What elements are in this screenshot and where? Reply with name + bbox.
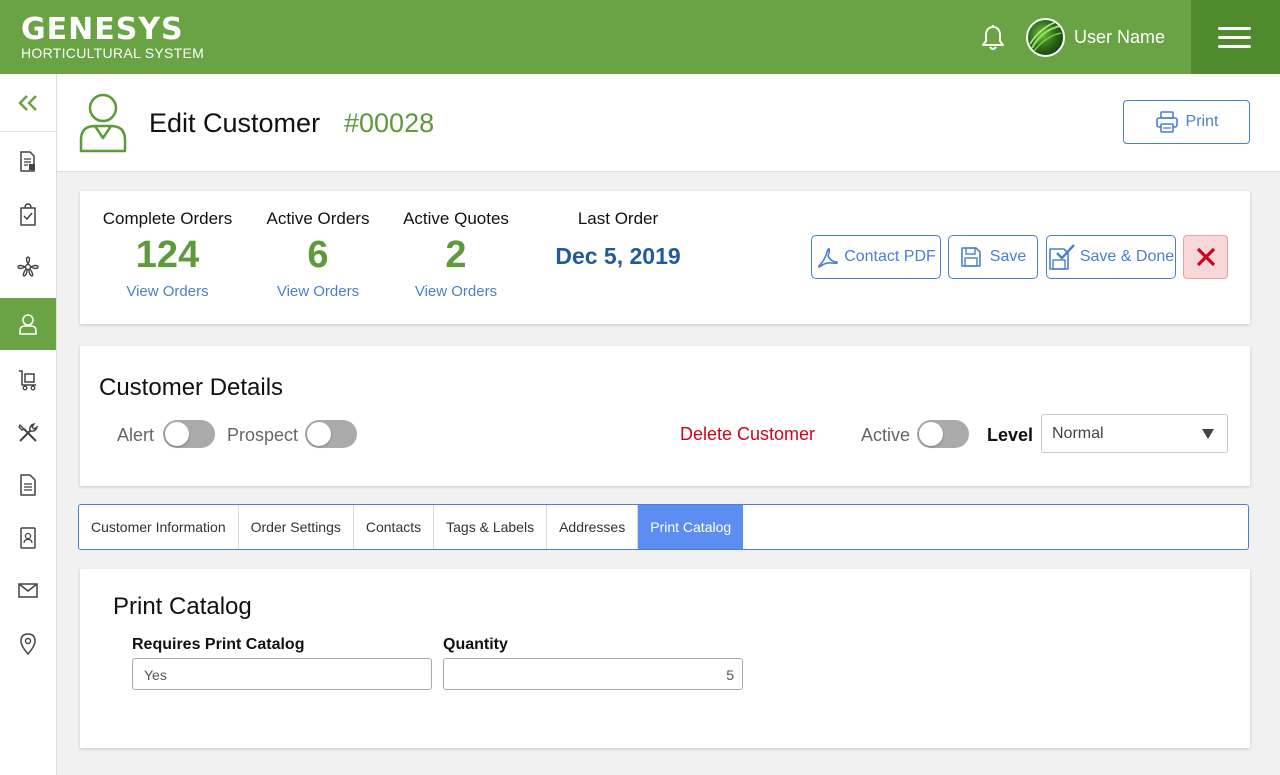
location-pin-icon bbox=[20, 633, 36, 656]
delete-customer-link[interactable]: Delete Customer bbox=[680, 424, 815, 445]
alert-label: Alert bbox=[117, 425, 155, 445]
hamburger-icon-line bbox=[1218, 36, 1251, 39]
sidebar-item-plants[interactable] bbox=[0, 242, 56, 294]
level-select[interactable]: Normal bbox=[1041, 414, 1228, 453]
sidebar-item-customers[interactable] bbox=[0, 298, 56, 350]
last-order-date: Dec 5, 2019 bbox=[555, 243, 681, 269]
mail-icon bbox=[18, 583, 38, 598]
contact-book-icon bbox=[20, 527, 36, 549]
level-value: Normal bbox=[1052, 425, 1104, 442]
customer-icon bbox=[19, 314, 37, 335]
save-label: Save bbox=[989, 248, 1027, 265]
document-list-icon bbox=[20, 151, 35, 172]
hamburger-icon-line bbox=[1218, 45, 1251, 48]
page-header: Edit Customer #00028 Print bbox=[57, 74, 1280, 172]
order-stats-card: Complete Orders 124 View Orders Active O… bbox=[80, 191, 1250, 324]
view-orders-link[interactable]: View Orders bbox=[99, 283, 236, 300]
quantity-label: Quantity bbox=[443, 636, 508, 653]
tab-print-catalog[interactable]: Print Catalog bbox=[638, 505, 744, 549]
sidebar-item-shipping[interactable] bbox=[0, 354, 56, 406]
sidebar-item-mail[interactable] bbox=[0, 564, 56, 616]
alert-toggle[interactable] bbox=[163, 420, 215, 448]
cart-icon bbox=[19, 370, 36, 391]
print-button[interactable]: Print bbox=[1123, 100, 1250, 144]
avatar[interactable] bbox=[1026, 18, 1065, 57]
bell-icon[interactable] bbox=[980, 24, 1006, 52]
document-icon bbox=[20, 474, 36, 496]
user-name[interactable]: User Name bbox=[1074, 27, 1165, 48]
sidebar-item-contacts[interactable] bbox=[0, 512, 56, 564]
section-title: Customer Details bbox=[99, 374, 284, 401]
top-bar: GENESYS HORTICULTURAL SYSTEM User Name bbox=[0, 0, 1280, 74]
save-and-done-button[interactable]: Save & Done bbox=[1046, 235, 1176, 279]
floppy-disk-icon bbox=[960, 247, 981, 267]
tab-order-settings[interactable]: Order Settings bbox=[239, 505, 354, 549]
stat-complete-orders: Complete Orders 124 View Orders bbox=[99, 209, 236, 300]
pdf-icon bbox=[818, 248, 839, 268]
clipboard-check-icon bbox=[20, 203, 36, 226]
save-button[interactable]: Save bbox=[948, 235, 1038, 279]
contact-pdf-label: Contact PDF bbox=[844, 248, 936, 265]
active-toggle[interactable] bbox=[917, 420, 969, 448]
contact-pdf-button[interactable]: Contact PDF bbox=[811, 235, 941, 279]
sidebar-item-orders[interactable] bbox=[0, 136, 56, 188]
requires-print-catalog-label: Requires Print Catalog bbox=[132, 636, 305, 653]
sidebar-item-locations[interactable] bbox=[0, 618, 56, 670]
sidebar-item-documents[interactable] bbox=[0, 459, 56, 511]
stat-value: 2 bbox=[445, 234, 467, 276]
stat-last-order: Last Order Dec 5, 2019 bbox=[548, 209, 688, 270]
level-label: Level bbox=[987, 425, 1034, 445]
brand-logo[interactable]: GENESYS HORTICULTURAL SYSTEM bbox=[21, 12, 205, 61]
tools-icon bbox=[18, 422, 39, 442]
stat-value: 124 bbox=[135, 234, 200, 276]
sidebar bbox=[0, 74, 57, 775]
save-check-icon bbox=[1049, 244, 1075, 270]
close-button[interactable] bbox=[1183, 235, 1228, 279]
close-icon bbox=[1196, 247, 1215, 267]
brand-subtitle: HORTICULTURAL SYSTEM bbox=[21, 45, 205, 61]
prospect-label: Prospect bbox=[227, 425, 299, 445]
sidebar-item-tools[interactable] bbox=[0, 407, 56, 459]
customer-id: #00028 bbox=[344, 108, 435, 138]
quantity-field[interactable]: 5 bbox=[443, 658, 743, 690]
stat-label: Complete Orders bbox=[102, 209, 233, 228]
caret-down-icon bbox=[1202, 429, 1214, 439]
stat-active-orders: Active Orders 6 View Orders bbox=[260, 209, 376, 300]
tab-customer-information[interactable]: Customer Information bbox=[79, 505, 239, 549]
customer-tabs: Customer Information Order Settings Cont… bbox=[78, 504, 1249, 550]
section-title: Print Catalog bbox=[113, 593, 252, 620]
sidebar-item-tasks[interactable] bbox=[0, 189, 56, 241]
stat-active-quotes: Active Quotes 2 View Orders bbox=[398, 209, 514, 300]
hamburger-icon-line bbox=[1218, 27, 1251, 30]
prospect-toggle[interactable] bbox=[305, 420, 357, 448]
printer-icon bbox=[1155, 111, 1178, 133]
stat-value: 6 bbox=[307, 234, 329, 276]
requires-print-catalog-field[interactable]: Yes bbox=[132, 658, 432, 690]
stat-label: Active Quotes bbox=[403, 209, 509, 228]
sidebar-collapse-button[interactable] bbox=[0, 74, 56, 132]
stat-label: Last Order bbox=[577, 209, 659, 228]
stat-label: Active Orders bbox=[266, 209, 370, 228]
save-and-done-label: Save & Done bbox=[1079, 248, 1175, 265]
tab-contacts[interactable]: Contacts bbox=[354, 505, 435, 549]
plant-icon bbox=[17, 256, 39, 277]
view-orders-link[interactable]: View Orders bbox=[260, 283, 376, 300]
brand-name: GENESYS bbox=[21, 12, 184, 47]
chevrons-left-icon bbox=[18, 94, 37, 111]
view-orders-link[interactable]: View Orders bbox=[398, 283, 514, 300]
active-label: Active bbox=[861, 425, 911, 445]
customer-icon bbox=[78, 92, 128, 159]
customer-details-card: Customer Details Alert Prospect Delete C… bbox=[80, 346, 1250, 486]
hamburger-menu-button[interactable] bbox=[1191, 0, 1280, 74]
tab-tags-labels[interactable]: Tags & Labels bbox=[434, 505, 548, 549]
tab-addresses[interactable]: Addresses bbox=[547, 505, 639, 549]
print-catalog-card: Print Catalog Requires Print Catalog Yes… bbox=[80, 569, 1250, 748]
print-label: Print bbox=[1185, 113, 1219, 130]
page-title: Edit Customer bbox=[149, 108, 321, 138]
